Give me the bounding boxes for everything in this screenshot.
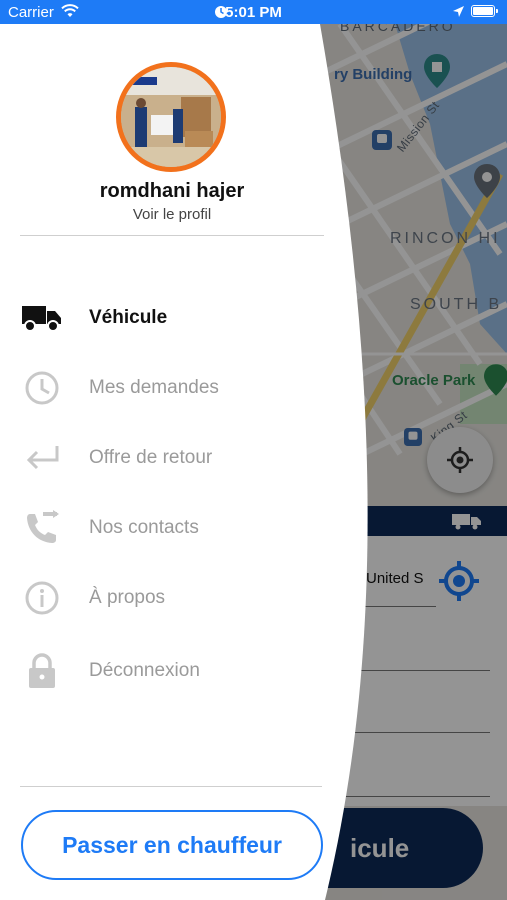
menu-label-vehicule: Véhicule (89, 307, 168, 328)
menu-label-deconnexion: Déconnexion (89, 660, 200, 681)
menu-label-a-propos: À propos (89, 587, 166, 608)
clock-icon (22, 371, 62, 405)
switch-to-driver-button[interactable]: Passer en chauffeur (21, 810, 323, 880)
menu-label-mes-demandes: Mes demandes (89, 377, 219, 398)
bottom-divider (20, 786, 322, 787)
profile-name: romdhani hajer (99, 180, 245, 202)
menu-item-a-propos[interactable]: À propos (0, 573, 330, 623)
location-arrow-icon (453, 6, 464, 17)
menu-label-nos-contacts: Nos contacts (89, 517, 199, 538)
menu-label-offre-de-retour: Offre de retour (89, 447, 213, 468)
profile-divider (20, 235, 324, 236)
battery-icon (471, 5, 498, 17)
view-profile-link[interactable]: Voir le profil (0, 206, 344, 223)
switch-to-driver-label: Passer en chauffeur (62, 831, 282, 858)
info-icon (22, 581, 62, 615)
menu-item-nos-contacts[interactable]: Nos contacts (0, 503, 330, 553)
menu-item-deconnexion[interactable]: Déconnexion (0, 646, 330, 696)
profile-avatar[interactable] (116, 62, 226, 172)
avatar-photo (121, 67, 221, 167)
lock-icon (22, 653, 62, 688)
menu-item-mes-demandes[interactable]: Mes demandes (0, 363, 330, 413)
return-arrow-icon (22, 441, 62, 475)
menu-item-vehicule[interactable]: Véhicule (0, 293, 330, 343)
status-bar: Carrier 5:01 PM (0, 0, 507, 24)
menu-item-offre-de-retour[interactable]: Offre de retour (0, 433, 330, 483)
phone-forward-icon (22, 510, 62, 545)
status-time: 5:01 PM (225, 4, 282, 21)
side-drawer: romdhani hajer Voir le profil Véhicule M… (0, 24, 372, 900)
truck-icon (22, 301, 62, 335)
